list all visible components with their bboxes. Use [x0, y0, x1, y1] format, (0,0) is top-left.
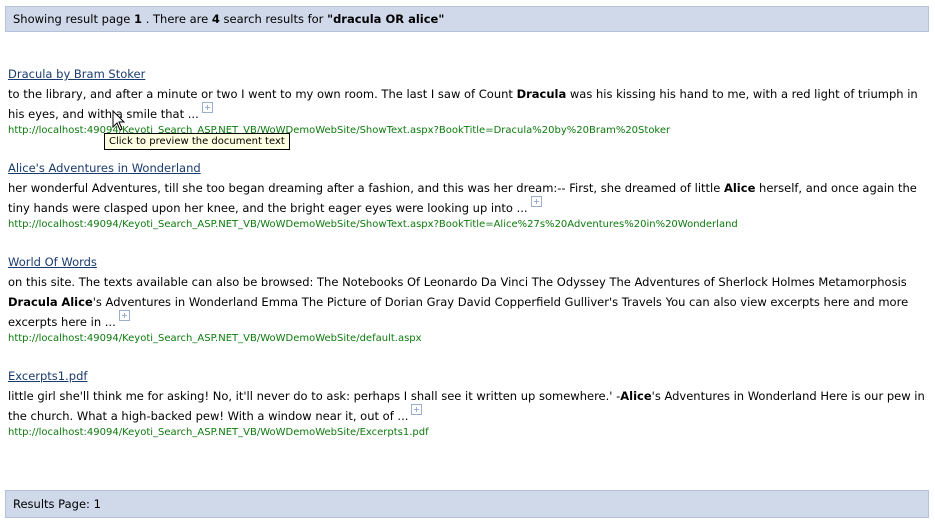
result-title-link[interactable]: Dracula by Bram Stoker: [8, 66, 145, 82]
result-item: Dracula by Bram Stoker to the library, an…: [8, 66, 928, 138]
result-title-link[interactable]: Alice's Adventures in Wonderland: [8, 160, 201, 176]
result-snippet: her wonderful Adventures, till she too b…: [8, 178, 928, 218]
preview-expand-icon[interactable]: [201, 102, 213, 113]
highlighted-term: Alice: [723, 181, 756, 195]
highlighted-term: Dracula: [516, 87, 567, 101]
search-query: "dracula OR alice": [327, 12, 445, 26]
snippet-text: to the library, and after a minute or tw…: [8, 87, 517, 101]
preview-expand-icon[interactable]: [118, 310, 130, 321]
result-item: Excerpts1.pdf little girl she'll think me…: [8, 368, 928, 440]
result-snippet: on this site. The texts available can al…: [8, 272, 928, 332]
summary-middle: . There are: [142, 12, 212, 26]
result-title-link[interactable]: Excerpts1.pdf: [8, 368, 87, 384]
summary-prefix: Showing result page: [13, 12, 135, 26]
summary-suffix: search results for: [219, 12, 328, 26]
results-summary-bar: Showing result page 1 . There are 4 sear…: [5, 6, 929, 32]
pagination-label: Results Page:: [13, 497, 94, 511]
snippet-text: 's Adventures in Wonderland Emma The Pic…: [8, 295, 909, 329]
preview-expand-icon[interactable]: [411, 404, 423, 415]
result-item: World Of Words on this site. The texts av…: [8, 254, 928, 346]
pagination-bar: Results Page: 1: [5, 490, 929, 518]
result-title-link[interactable]: World Of Words: [8, 254, 97, 270]
result-url: http://localhost:49094/Keyoti_Search_ASP…: [8, 427, 429, 438]
snippet-text: her wonderful Adventures, till she too b…: [8, 181, 724, 195]
result-snippet: to the library, and after a minute or tw…: [8, 84, 928, 124]
search-results-list: Dracula by Bram Stoker to the library, an…: [8, 66, 928, 462]
preview-expand-icon[interactable]: [530, 196, 542, 207]
highlighted-term: Alice: [61, 295, 93, 309]
highlighted-term: Dracula: [8, 295, 58, 309]
preview-tooltip: Click to preview the document text: [104, 133, 290, 150]
result-url: http://localhost:49094/Keyoti_Search_ASP…: [8, 219, 738, 230]
result-url: http://localhost:49094/Keyoti_Search_ASP…: [8, 333, 422, 344]
arrow-cursor-icon: [112, 110, 126, 131]
highlighted-term: Alice: [620, 389, 652, 403]
pagination-page-1[interactable]: 1: [94, 497, 101, 511]
result-snippet: little girl she'll think me for asking! …: [8, 386, 928, 426]
result-item: Alice's Adventures in Wonderland her wond…: [8, 160, 928, 232]
snippet-text: little girl she'll think me for asking! …: [8, 389, 621, 403]
result-count: 4: [211, 12, 220, 26]
current-page-number: 1: [134, 12, 143, 26]
snippet-text: on this site. The texts available can al…: [8, 275, 907, 289]
